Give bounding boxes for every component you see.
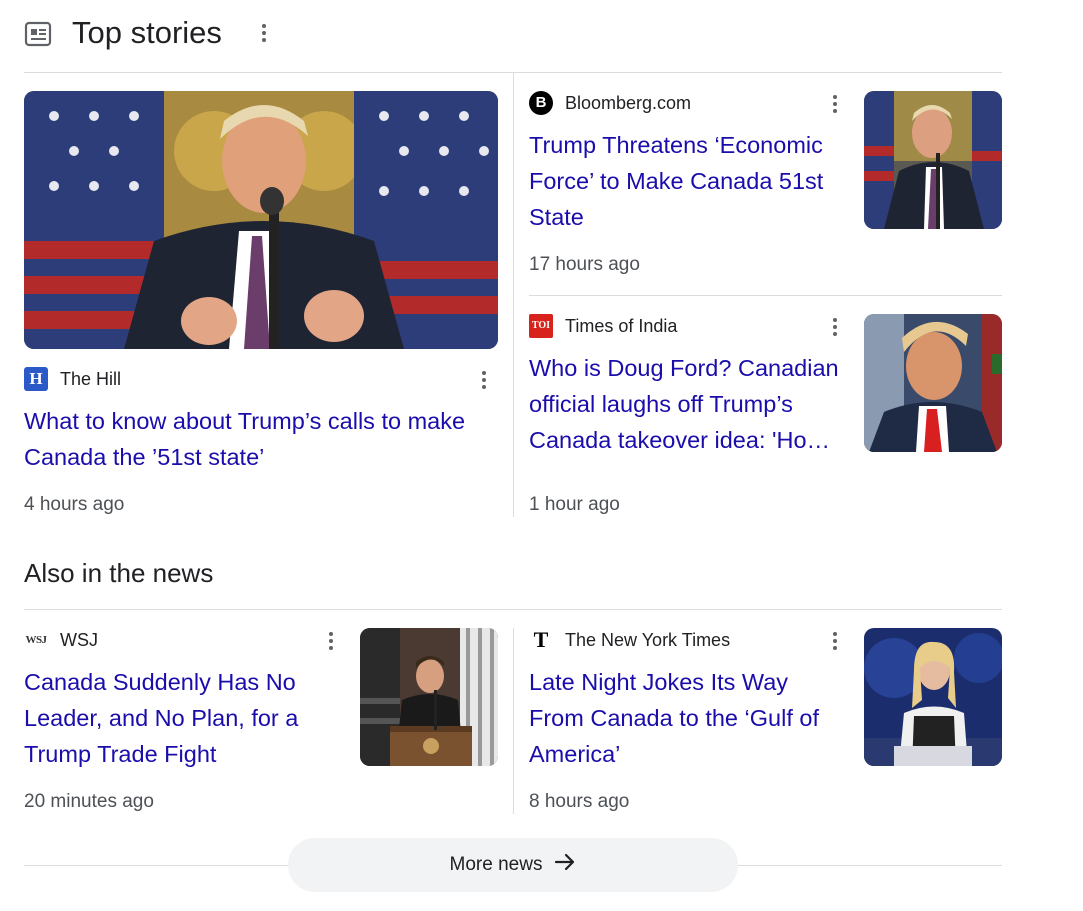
side-story-2-headline[interactable]: Who is Doug Ford? Canadian official laug…	[529, 350, 849, 458]
side-story-1-time: 17 hours ago	[529, 254, 640, 275]
main-story-source-name: The Hill	[60, 369, 122, 389]
side-story-divider	[529, 295, 1002, 296]
also-in-news-divider	[24, 609, 1002, 610]
also-story-1-headline[interactable]: Canada Suddenly Has No Leader, and No Pl…	[24, 664, 344, 772]
also-story-1-image[interactable]	[360, 628, 498, 766]
also-story-1-time: 20 minutes ago	[24, 791, 154, 812]
main-story-more-options-icon[interactable]	[474, 368, 494, 392]
main-story-image[interactable]	[24, 91, 498, 349]
newspaper-icon	[24, 21, 52, 47]
bloomberg-logo-icon: B	[529, 91, 553, 115]
also-in-news-title: Also in the news	[24, 558, 214, 588]
main-story-time: 4 hours ago	[24, 494, 125, 515]
also-in-news-column-divider	[513, 628, 514, 814]
also-story-2-more-options-icon[interactable]	[825, 629, 845, 653]
also-story-1-more-options-icon[interactable]	[321, 629, 341, 653]
side-story-2-source-name: Times of India	[565, 316, 678, 336]
times-of-india-logo-icon: TOI	[529, 314, 553, 338]
wsj-logo-icon: WSJ	[25, 634, 47, 646]
main-story-headline[interactable]: What to know about Trump’s calls to make…	[24, 403, 494, 475]
side-story-2-more-options-icon[interactable]	[825, 315, 845, 339]
nyt-logo-icon: T	[533, 627, 549, 652]
more-news-button[interactable]: More news	[288, 838, 738, 892]
side-story-1-more-options-icon[interactable]	[825, 92, 845, 116]
top-stories-title: Top stories	[72, 15, 222, 50]
also-story-2-source[interactable]: T The New York Times	[529, 628, 730, 652]
side-story-1-image[interactable]	[864, 91, 1002, 229]
also-story-2-time: 8 hours ago	[529, 791, 630, 812]
side-story-2-time: 1 hour ago	[529, 494, 620, 515]
side-story-1-source-name: Bloomberg.com	[565, 93, 692, 113]
side-story-1-source[interactable]: B Bloomberg.com	[529, 91, 691, 115]
side-story-2-image[interactable]	[864, 314, 1002, 452]
also-story-2-source-name: The New York Times	[565, 630, 731, 650]
also-story-2-headline[interactable]: Late Night Jokes Its Way From Canada to …	[529, 664, 849, 772]
side-story-2-source[interactable]: TOI Times of India	[529, 314, 677, 338]
main-story-source[interactable]: H The Hill	[24, 367, 121, 391]
also-story-1-source-name: WSJ	[60, 630, 98, 650]
the-hill-logo-icon: H	[24, 367, 48, 391]
side-story-1-headline[interactable]: Trump Threatens ‘Economic Force’ to Make…	[529, 127, 849, 235]
top-stories-more-options-icon[interactable]	[254, 21, 274, 45]
also-story-2-image[interactable]	[864, 628, 1002, 766]
more-news-label: More news	[449, 854, 543, 875]
arrow-right-icon	[554, 852, 576, 878]
top-column-divider	[513, 73, 514, 517]
also-story-1-source[interactable]: WSJ WSJ	[24, 628, 98, 652]
